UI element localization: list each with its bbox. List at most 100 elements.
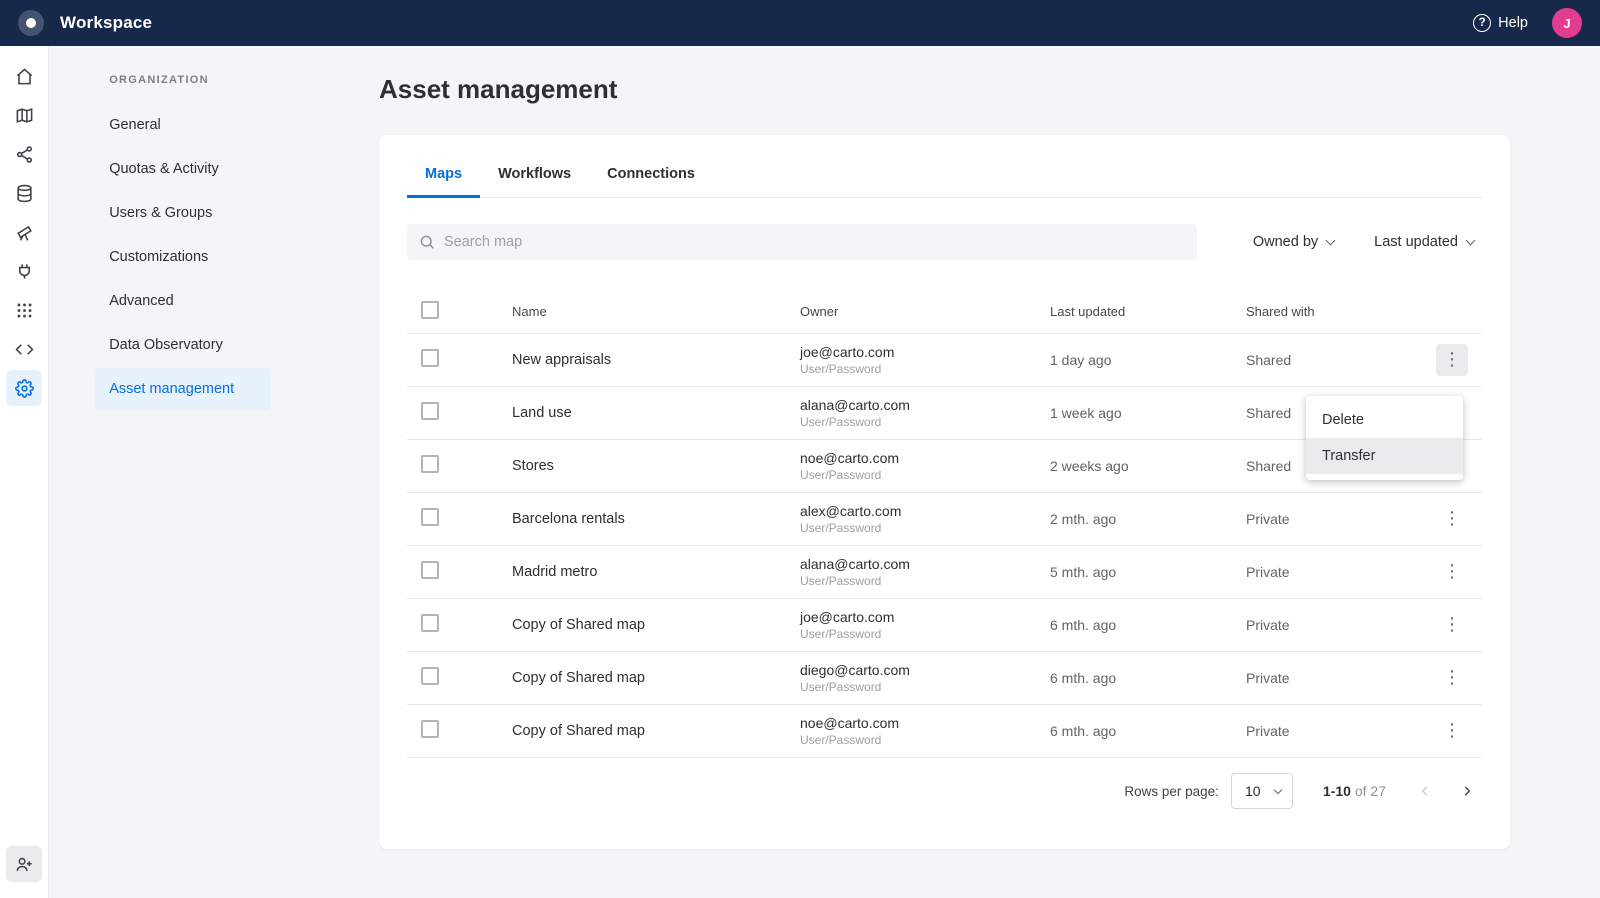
filter-last-updated[interactable]: Last updated: [1374, 234, 1474, 250]
filter-last-updated-label: Last updated: [1374, 234, 1458, 250]
rows-per-page-select[interactable]: 10: [1231, 773, 1293, 809]
filter-owned-by[interactable]: Owned by: [1253, 234, 1334, 250]
applications-icon[interactable]: [6, 292, 42, 328]
next-page-button[interactable]: [1452, 776, 1482, 806]
sidebar-item-customizations[interactable]: Customizations: [95, 236, 271, 278]
page-title: Asset management: [379, 74, 1510, 105]
owner-auth-type: User/Password: [800, 362, 1050, 376]
owner-email: alana@carto.com: [800, 556, 1050, 572]
workflows-icon[interactable]: [6, 136, 42, 172]
search-icon: [419, 234, 435, 250]
asset-card: Maps Workflows Connections Owned by Last…: [379, 135, 1510, 849]
row-checkbox[interactable]: [421, 561, 439, 579]
owner-email: alex@carto.com: [800, 503, 1050, 519]
map-name[interactable]: New appraisals: [512, 352, 800, 368]
last-updated-value: 1 week ago: [1050, 405, 1246, 421]
developers-icon[interactable]: [6, 331, 42, 367]
row-checkbox[interactable]: [421, 455, 439, 473]
avatar[interactable]: J: [1552, 8, 1582, 38]
sidebar-item-quotas-activity[interactable]: Quotas & Activity: [95, 148, 271, 190]
owner-auth-type: User/Password: [800, 627, 1050, 641]
sidebar-item-asset-management[interactable]: Asset management: [95, 368, 271, 410]
row-checkbox[interactable]: [421, 614, 439, 632]
row-checkbox[interactable]: [421, 667, 439, 685]
shared-with-value: Shared: [1246, 352, 1436, 368]
rows-per-page-value: 10: [1245, 783, 1261, 799]
owner-email: alana@carto.com: [800, 397, 1050, 413]
pagination: Rows per page: 10 1-10 of 27: [407, 772, 1482, 810]
settings-icon[interactable]: [6, 370, 42, 406]
menu-item-delete[interactable]: Delete: [1306, 402, 1463, 438]
sidebar-item-users-groups[interactable]: Users & Groups: [95, 192, 271, 234]
sidebar-section-label: ORGANIZATION: [109, 74, 354, 86]
owner-auth-type: User/Password: [800, 733, 1050, 747]
last-updated-value: 6 mth. ago: [1050, 723, 1246, 739]
sidebar-item-advanced[interactable]: Advanced: [95, 280, 271, 322]
assets-table: Name Owner Last updated Shared with New …: [407, 290, 1482, 758]
sidebar-item-general[interactable]: General: [95, 104, 271, 146]
tab-maps[interactable]: Maps: [407, 151, 480, 197]
tab-workflows[interactable]: Workflows: [480, 151, 589, 197]
row-menu-button[interactable]: ⋮: [1436, 715, 1468, 747]
connections-icon[interactable]: [6, 253, 42, 289]
table-row: Copy of Shared map diego@carto.com User/…: [407, 652, 1482, 705]
owner-email: diego@carto.com: [800, 662, 1050, 678]
maps-icon[interactable]: [6, 97, 42, 133]
toolbar: Owned by Last updated: [407, 224, 1482, 260]
header-name: Name: [512, 304, 800, 319]
shared-with-value: Private: [1246, 670, 1436, 686]
shared-with-value: Private: [1246, 617, 1436, 633]
select-all-checkbox[interactable]: [421, 301, 439, 319]
map-name[interactable]: Stores: [512, 458, 800, 474]
owner-email: joe@carto.com: [800, 344, 1050, 360]
tab-bar: Maps Workflows Connections: [407, 135, 1482, 198]
data-explorer-icon[interactable]: [6, 175, 42, 211]
filter-owned-by-label: Owned by: [1253, 234, 1318, 250]
previous-page-button[interactable]: [1410, 776, 1440, 806]
shared-with-value: Private: [1246, 564, 1436, 580]
chevron-left-icon: [1418, 784, 1432, 798]
icon-rail: [0, 46, 49, 898]
invite-user-icon[interactable]: [6, 846, 42, 882]
home-icon[interactable]: [6, 58, 42, 94]
help-button[interactable]: ? Help: [1473, 14, 1528, 32]
chevron-right-icon: [1460, 784, 1474, 798]
map-name[interactable]: Copy of Shared map: [512, 723, 800, 739]
map-name[interactable]: Barcelona rentals: [512, 511, 800, 527]
workspace-logo-icon: [18, 10, 44, 36]
shared-with-value: Private: [1246, 723, 1436, 739]
table-row: Barcelona rentals alex@carto.com User/Pa…: [407, 493, 1482, 546]
table-row: Copy of Shared map joe@carto.com User/Pa…: [407, 599, 1482, 652]
last-updated-value: 5 mth. ago: [1050, 564, 1246, 580]
row-menu-button[interactable]: ⋮: [1436, 556, 1468, 588]
row-checkbox[interactable]: [421, 349, 439, 367]
help-label: Help: [1498, 15, 1528, 31]
header-owner: Owner: [800, 304, 1050, 319]
search-input[interactable]: [444, 234, 1185, 250]
chevron-down-icon: [1466, 235, 1476, 245]
sidebar-item-data-observatory[interactable]: Data Observatory: [95, 324, 271, 366]
tab-connections[interactable]: Connections: [589, 151, 713, 197]
map-name[interactable]: Copy of Shared map: [512, 617, 800, 633]
search-box: [407, 224, 1197, 260]
last-updated-value: 1 day ago: [1050, 352, 1246, 368]
row-menu-button[interactable]: ⋮: [1436, 344, 1468, 376]
page-range: 1-10 of 27: [1323, 783, 1386, 799]
map-name[interactable]: Copy of Shared map: [512, 670, 800, 686]
map-name[interactable]: Land use: [512, 405, 800, 421]
row-menu-button[interactable]: ⋮: [1436, 503, 1468, 535]
row-checkbox[interactable]: [421, 508, 439, 526]
row-menu-button[interactable]: ⋮: [1436, 662, 1468, 694]
header-shared-with: Shared with: [1246, 304, 1436, 319]
owner-auth-type: User/Password: [800, 521, 1050, 535]
owner-auth-type: User/Password: [800, 680, 1050, 694]
telescope-icon[interactable]: [6, 214, 42, 250]
row-menu-button[interactable]: ⋮: [1436, 609, 1468, 641]
menu-item-transfer[interactable]: Transfer: [1306, 438, 1463, 474]
row-checkbox[interactable]: [421, 402, 439, 420]
row-checkbox[interactable]: [421, 720, 439, 738]
table-row: Madrid metro alana@carto.com User/Passwo…: [407, 546, 1482, 599]
table-header: Name Owner Last updated Shared with: [407, 290, 1482, 334]
map-name[interactable]: Madrid metro: [512, 564, 800, 580]
owner-auth-type: User/Password: [800, 468, 1050, 482]
